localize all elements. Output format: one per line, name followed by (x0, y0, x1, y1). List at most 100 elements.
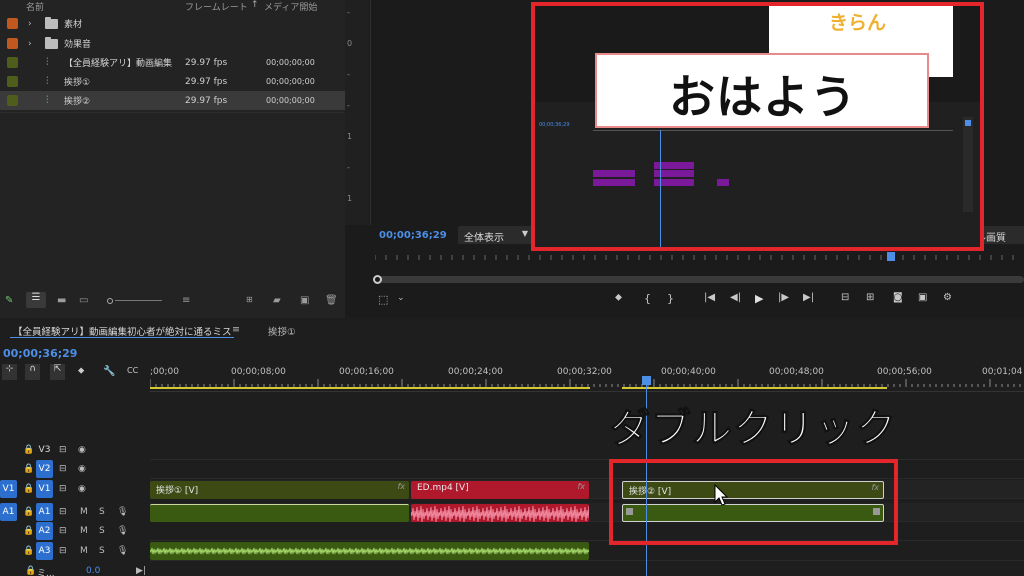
new-item-icon[interactable]: ▣ (300, 295, 309, 306)
mute-button[interactable]: M (80, 546, 88, 556)
label-color-swatch[interactable] (7, 18, 18, 29)
eye-icon[interactable]: ◉ (78, 464, 86, 474)
track-target-a1[interactable]: A1 (36, 503, 53, 521)
track-target-a2[interactable]: A2 (36, 522, 53, 540)
mute-button[interactable]: M (80, 526, 88, 536)
mark-in-icon[interactable]: { (644, 292, 651, 305)
sync-lock-icon[interactable]: ⊟ (59, 484, 67, 494)
sync-lock-icon[interactable]: ⊟ (59, 546, 67, 556)
sync-lock-icon[interactable]: ⊟ (59, 507, 67, 517)
mark-out-icon[interactable]: } (667, 292, 674, 305)
column-media-start[interactable]: メディア開始 (264, 0, 317, 13)
project-item-name: 効果音 (64, 40, 92, 50)
sort-icon[interactable]: ≡ (182, 295, 190, 306)
step-back-icon[interactable]: ◀| (730, 292, 741, 303)
clip-audio-2[interactable] (411, 504, 589, 522)
mute-button[interactable]: M (80, 507, 88, 517)
scrollbar-handle[interactable] (373, 275, 382, 284)
eye-icon[interactable]: ◉ (78, 445, 86, 455)
pencil-icon[interactable]: ✎ (5, 295, 13, 306)
eye-icon[interactable]: ◉ (78, 484, 86, 494)
compare-icon[interactable]: ▣ (918, 292, 927, 303)
sync-lock-icon[interactable]: ⊟ (59, 445, 67, 455)
snap-icon[interactable]: ⊹ (2, 364, 17, 380)
trash-icon[interactable]: 🗑 (325, 295, 338, 306)
zoom-select[interactable]: 全体表示 ▼ (458, 226, 533, 244)
zoom-slider-handle[interactable] (107, 298, 113, 304)
clip-video-2[interactable]: ED.mp4 [V] fx (411, 481, 589, 499)
timeline-timecode[interactable]: 00;00;36;29 (3, 347, 77, 360)
source-patch-v1[interactable]: V1 (0, 480, 17, 498)
safe-margins-icon[interactable]: ⬚ (378, 293, 388, 306)
column-frame-rate[interactable]: フレームレート (185, 0, 248, 13)
solo-button[interactable]: S (99, 507, 105, 517)
project-item[interactable]: › 効果音 (0, 34, 345, 53)
lock-icon[interactable]: 🔒 (23, 546, 34, 556)
solo-button[interactable]: S (99, 546, 105, 556)
clip-video-1[interactable]: 挨拶① [V] fx (150, 481, 409, 499)
project-item[interactable]: ⫶ 挨拶① 29.97 fps 00;00;00;00 (0, 72, 345, 91)
microphone-icon[interactable]: 🎙 (117, 546, 128, 556)
source-patch-a1[interactable]: A1 (0, 503, 17, 521)
add-marker-icon[interactable]: ⬥ (615, 292, 622, 303)
label-color-swatch[interactable] (7, 38, 18, 49)
label-color-swatch[interactable] (7, 57, 18, 68)
timeline-ruler-ticks[interactable] (150, 379, 1024, 391)
step-forward-icon[interactable]: |▶ (778, 292, 789, 303)
extract-icon[interactable]: ⊞ (866, 292, 874, 303)
track-target-v2[interactable]: V2 (36, 460, 53, 478)
microphone-icon[interactable]: 🎙 (117, 507, 128, 517)
work-area-bar[interactable] (150, 387, 590, 389)
monitor-timecode[interactable]: 00;00;36;29 (379, 230, 447, 241)
tab-menu-icon[interactable]: ≡ (232, 324, 240, 335)
lock-icon[interactable]: 🔒 (23, 464, 34, 474)
label-color-swatch[interactable] (7, 95, 18, 106)
settings-icon[interactable]: ⚙ (943, 292, 952, 303)
automate-to-sequence-icon[interactable]: ⊞ (246, 295, 253, 304)
lock-icon[interactable]: 🔒 (23, 507, 34, 517)
lock-icon[interactable]: 🔒 (23, 445, 34, 455)
magnet-icon[interactable]: ∩ (25, 364, 40, 380)
solo-button[interactable]: S (99, 526, 105, 536)
track-target-v1[interactable]: V1 (36, 480, 53, 498)
monitor-scrollbar[interactable] (375, 276, 1024, 283)
linked-selection-icon[interactable]: ⇱ (50, 364, 65, 380)
lift-icon[interactable]: ⊟ (841, 292, 849, 303)
camera-icon[interactable]: ◙ (893, 292, 903, 303)
track-target-a3[interactable]: A3 (36, 542, 53, 560)
go-to-end-icon[interactable]: ▶| (136, 566, 146, 576)
sync-lock-icon[interactable]: ⊟ (59, 526, 67, 536)
chevron-right-icon[interactable]: › (28, 39, 32, 49)
clip-audio-a3[interactable] (150, 542, 589, 560)
sync-lock-icon[interactable]: ⊟ (59, 464, 67, 474)
clip-audio-1[interactable] (150, 504, 409, 522)
microphone-icon[interactable]: 🎙 (117, 526, 128, 536)
icon-view-icon[interactable]: ▬ (57, 295, 66, 306)
add-marker-icon[interactable]: ⬥ (78, 366, 84, 376)
go-to-in-icon[interactable]: |◀ (704, 292, 715, 303)
chevron-down-icon[interactable]: ⌄ (397, 293, 405, 303)
chevron-right-icon[interactable]: › (28, 19, 32, 29)
new-bin-icon[interactable]: ▰ (273, 295, 281, 306)
wrench-icon[interactable]: 🔧 (103, 366, 115, 377)
lock-icon[interactable]: 🔒 (23, 526, 34, 536)
column-name[interactable]: 名前 (26, 0, 44, 13)
play-icon[interactable]: ▶ (755, 292, 763, 305)
label-color-swatch[interactable] (7, 76, 18, 87)
monitor-playhead[interactable] (887, 252, 895, 261)
mix-value[interactable]: 0.0 (86, 566, 100, 576)
list-view-icon[interactable]: ☰ (26, 292, 46, 308)
project-item[interactable]: ⫶ 【全員経験アリ】動画編集 29.97 fps 00;00;00;00 (0, 53, 345, 72)
lock-icon[interactable]: 🔒 (25, 566, 36, 576)
freeform-view-icon[interactable]: ▭ (79, 295, 88, 306)
tab-sequence-active[interactable]: 【全員経験アリ】動画編集初心者が絶対に通るミス (13, 324, 232, 338)
project-item[interactable]: ⫶ 挨拶② 29.97 fps 00;00;00;00 (0, 91, 345, 110)
tab-sequence-2[interactable]: 挨拶① (268, 324, 296, 338)
track-target-v3[interactable]: V3 (36, 441, 53, 459)
captions-icon[interactable]: CC (127, 366, 138, 375)
project-item[interactable]: › 素材 (0, 14, 345, 33)
work-area-bar[interactable] (622, 387, 887, 389)
lock-icon[interactable]: 🔒 (23, 484, 34, 494)
go-to-out-icon[interactable]: ▶| (803, 292, 814, 303)
zoom-slider-track[interactable] (115, 300, 162, 301)
